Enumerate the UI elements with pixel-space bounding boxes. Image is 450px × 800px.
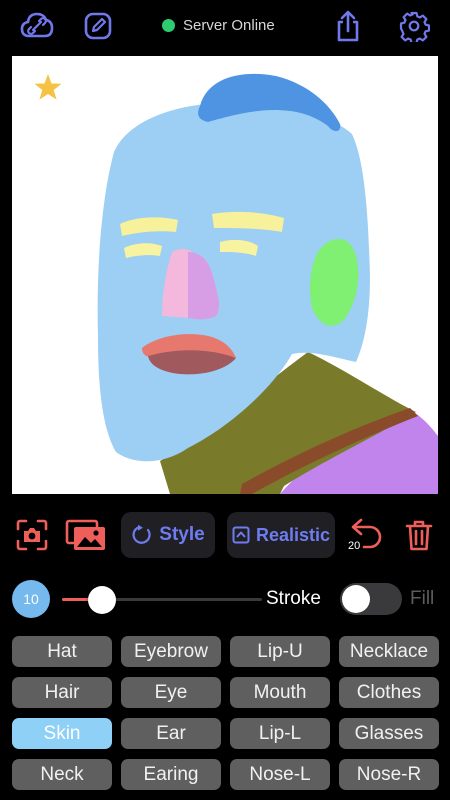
status-text: Server Online — [183, 16, 275, 34]
label-chip-lip-l[interactable]: Lip-L — [230, 718, 330, 749]
label-chip-mouth[interactable]: Mouth — [230, 677, 330, 708]
label-chip-earing[interactable]: Earing — [121, 759, 221, 790]
gallery-icon[interactable] — [64, 512, 108, 558]
label-chip-lip-u[interactable]: Lip-U — [230, 636, 330, 667]
label-chip-neck[interactable]: Neck — [12, 759, 112, 790]
image-frame-icon — [232, 526, 250, 544]
label-chip-skin[interactable]: Skin — [12, 718, 112, 749]
brush-size-value: 10 — [23, 591, 39, 607]
label-chip-ear[interactable]: Ear — [121, 718, 221, 749]
brush-size-indicator: 10 — [12, 580, 50, 618]
slider-thumb[interactable] — [88, 586, 116, 614]
label-chip-nose-r[interactable]: Nose-R — [339, 759, 439, 790]
top-bar: Server Online — [0, 0, 450, 50]
label-chip-necklace[interactable]: Necklace — [339, 636, 439, 667]
realistic-button[interactable]: Realistic — [227, 512, 335, 558]
share-icon[interactable] — [330, 8, 366, 44]
camera-icon[interactable] — [14, 512, 50, 558]
server-status: Server Online — [162, 14, 275, 36]
link-icon[interactable] — [19, 8, 55, 44]
edit-icon[interactable] — [80, 8, 116, 44]
rotate-icon — [132, 524, 151, 544]
label-chip-nose-l[interactable]: Nose-L — [230, 759, 330, 790]
fill-toggle[interactable] — [340, 583, 402, 615]
label-chip-eyebrow[interactable]: Eyebrow — [121, 636, 221, 667]
style-button[interactable]: Style — [121, 512, 215, 558]
segment-label-grid: Hat Eyebrow Lip-U Necklace Hair Eye Mouth Cloth… — [12, 636, 440, 790]
label-chip-hair[interactable]: Hair — [12, 677, 112, 708]
label-chip-glasses[interactable]: Glasses — [339, 718, 439, 749]
trash-icon[interactable] — [402, 512, 436, 558]
style-label: Style — [159, 524, 205, 545]
status-dot — [162, 18, 175, 32]
gear-icon[interactable] — [396, 8, 432, 44]
stroke-width-slider[interactable] — [62, 586, 262, 614]
label-chip-clothes[interactable]: Clothes — [339, 677, 439, 708]
label-chip-hat[interactable]: Hat — [12, 636, 112, 667]
fill-label: Fill — [410, 588, 435, 609]
label-chip-eye[interactable]: Eye — [121, 677, 221, 708]
toggle-knob — [342, 585, 370, 613]
undo-count: 20 — [348, 540, 361, 552]
realistic-label: Realistic — [255, 524, 331, 545]
drawing-canvas[interactable] — [12, 56, 438, 494]
stroke-label: Stroke — [266, 588, 321, 609]
favorite-star-icon[interactable] — [34, 74, 62, 100]
